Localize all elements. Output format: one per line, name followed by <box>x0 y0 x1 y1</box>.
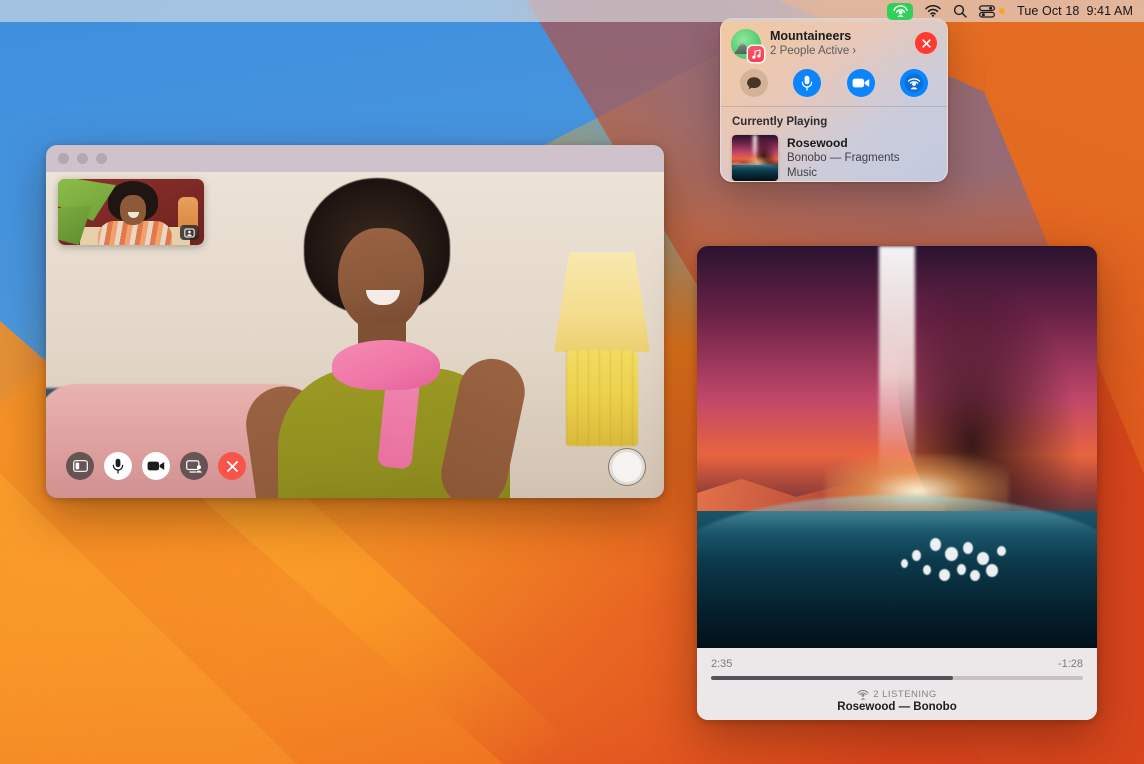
participants-row[interactable]: 2 People Active › <box>770 44 915 59</box>
facetime-window[interactable] <box>46 145 664 498</box>
lamp-shade <box>554 252 650 352</box>
shareplay-header-section: Mountaineers 2 People Active › <box>721 19 947 106</box>
share-screen-button[interactable] <box>180 452 208 480</box>
shareplay-actions <box>721 59 947 97</box>
playback-progress-fill <box>711 676 953 680</box>
song-artist-album: Bonobo — Fragments <box>787 151 900 166</box>
group-name-block: Mountaineers 2 People Active › <box>770 29 915 59</box>
album-artwork-thumbnail <box>732 135 778 181</box>
close-window-button[interactable] <box>58 153 69 164</box>
music-player-window[interactable]: 2:35 -1:28 2 Listening Rosewood — Bonobo <box>697 246 1097 720</box>
player-controls-bar: 2:35 -1:28 2 Listening Rosewood — Bonobo <box>697 648 1097 720</box>
close-shareplay-button[interactable] <box>915 32 937 54</box>
person-scarf <box>332 340 440 390</box>
artwork-light-beam <box>753 135 757 162</box>
lamp-base <box>566 350 638 446</box>
shareplay-group-header: Mountaineers 2 People Active › <box>721 19 947 59</box>
currently-playing-section: Currently Playing Rosewood Bonobo — Frag… <box>721 107 947 181</box>
group-avatar[interactable] <box>731 29 761 59</box>
wifi-icon[interactable] <box>925 0 941 22</box>
microphone-button[interactable] <box>104 452 132 480</box>
song-source-app: Music <box>787 166 900 181</box>
menubar-date: Tue Oct 18 <box>1017 4 1079 18</box>
artwork-wave <box>732 163 778 170</box>
shareplay-button[interactable] <box>900 69 928 97</box>
chevron-right-icon: › <box>852 44 856 59</box>
audio-button[interactable] <box>793 69 821 97</box>
end-call-button[interactable] <box>218 452 246 480</box>
listening-count-label: 2 Listening <box>873 689 937 700</box>
group-name: Mountaineers <box>770 29 915 44</box>
clock[interactable]: Tue Oct 18 9:41 AM <box>1017 0 1133 22</box>
shareplay-active-icon[interactable] <box>887 3 913 20</box>
facetime-video-feed <box>46 172 664 498</box>
artwork-image-large <box>697 246 1097 648</box>
capture-photo-button[interactable] <box>612 452 642 482</box>
facetime-titlebar[interactable] <box>46 145 664 172</box>
remaining-time: -1:28 <box>1058 658 1083 670</box>
shareplay-small-icon <box>857 690 869 700</box>
picture-in-picture-tile[interactable] <box>58 179 204 245</box>
pip-person-face <box>120 195 146 225</box>
privacy-indicator-dot <box>999 8 1005 14</box>
facetime-controls <box>66 452 246 480</box>
song-title: Rosewood <box>787 136 900 151</box>
artwork-light-beam-large <box>879 246 915 479</box>
menu-bar: Tue Oct 18 9:41 AM <box>0 0 1144 22</box>
center-stage-icon[interactable] <box>180 225 199 240</box>
album-artwork-large[interactable] <box>697 246 1097 648</box>
video-button[interactable] <box>847 69 875 97</box>
sidebar-toggle-button[interactable] <box>66 452 94 480</box>
control-center-icon[interactable] <box>979 0 1005 22</box>
search-icon[interactable] <box>953 0 967 22</box>
camera-button[interactable] <box>142 452 170 480</box>
artwork-bubbles <box>905 535 1017 599</box>
participants-count: 2 People Active <box>770 44 849 59</box>
elapsed-time: 2:35 <box>711 658 732 670</box>
music-app-badge-icon <box>748 46 764 62</box>
player-now-playing-title: Rosewood — Bonobo <box>711 701 1083 713</box>
person-face <box>338 228 424 332</box>
minimize-window-button[interactable] <box>77 153 88 164</box>
zoom-window-button[interactable] <box>96 153 107 164</box>
shareplay-popover[interactable]: Mountaineers 2 People Active › <box>720 18 948 182</box>
playback-scrubber[interactable] <box>711 676 1083 680</box>
now-playing-meta: Rosewood Bonobo — Fragments Music <box>787 135 900 181</box>
message-button[interactable] <box>740 69 768 97</box>
now-playing-row[interactable]: Rosewood Bonobo — Fragments Music <box>732 135 936 181</box>
listening-status: 2 Listening <box>711 689 1083 700</box>
section-title: Currently Playing <box>732 116 936 128</box>
player-time-row: 2:35 -1:28 <box>711 658 1083 670</box>
menubar-time: 9:41 AM <box>1086 4 1133 18</box>
artwork-image <box>732 135 778 181</box>
